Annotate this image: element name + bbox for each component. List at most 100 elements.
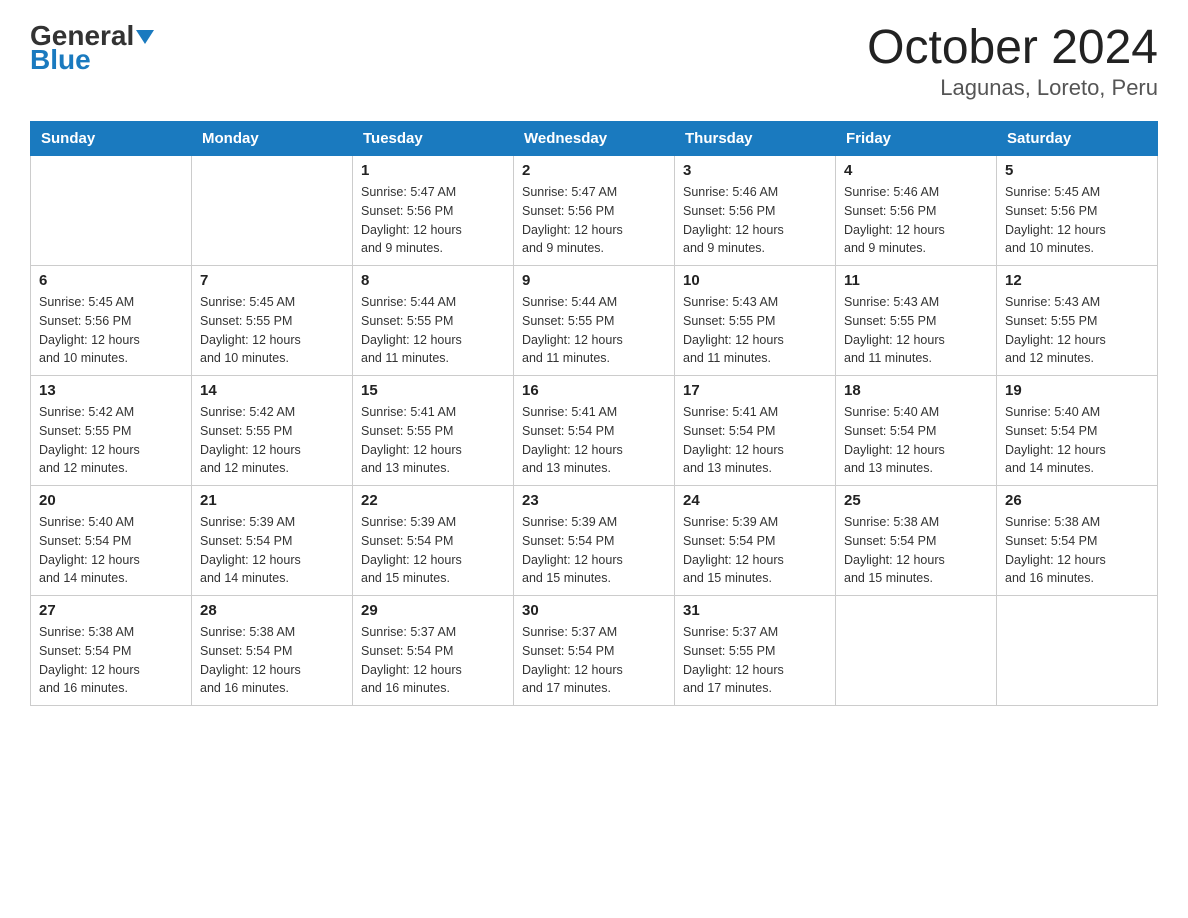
calendar-cell: 12 Sunrise: 5:43 AMSunset: 5:55 PMDayligh… <box>997 266 1158 376</box>
calendar-cell <box>836 596 997 706</box>
calendar-cell: 29 Sunrise: 5:37 AMSunset: 5:54 PMDayligh… <box>353 596 514 706</box>
week-row-1: 1 Sunrise: 5:47 AMSunset: 5:56 PMDaylight… <box>31 156 1158 266</box>
calendar-cell: 18 Sunrise: 5:40 AMSunset: 5:54 PMDayligh… <box>836 376 997 486</box>
day-info: Sunrise: 5:38 AMSunset: 5:54 PMDaylight:… <box>200 623 344 698</box>
day-number: 23 <box>522 492 666 509</box>
calendar-cell: 3 Sunrise: 5:46 AMSunset: 5:56 PMDaylight… <box>675 156 836 266</box>
header-friday: Friday <box>836 122 997 156</box>
day-number: 8 <box>361 272 505 289</box>
day-info: Sunrise: 5:43 AMSunset: 5:55 PMDaylight:… <box>683 293 827 368</box>
day-number: 9 <box>522 272 666 289</box>
day-info: Sunrise: 5:40 AMSunset: 5:54 PMDaylight:… <box>1005 403 1149 478</box>
day-number: 5 <box>1005 162 1149 179</box>
week-row-3: 13Sunrise: 5:42 AMSunset: 5:55 PMDayligh… <box>31 376 1158 486</box>
day-number: 22 <box>361 492 505 509</box>
calendar-cell: 11 Sunrise: 5:43 AMSunset: 5:55 PMDayligh… <box>836 266 997 376</box>
week-row-4: 20 Sunrise: 5:40 AMSunset: 5:54 PMDayligh… <box>31 486 1158 596</box>
calendar-cell: 1 Sunrise: 5:47 AMSunset: 5:56 PMDaylight… <box>353 156 514 266</box>
day-number: 31 <box>683 602 827 619</box>
calendar-cell <box>997 596 1158 706</box>
day-number: 21 <box>200 492 344 509</box>
calendar-cell: 10 Sunrise: 5:43 AMSunset: 5:55 PMDayligh… <box>675 266 836 376</box>
calendar-cell: 20 Sunrise: 5:40 AMSunset: 5:54 PMDayligh… <box>31 486 192 596</box>
day-info: Sunrise: 5:37 AMSunset: 5:54 PMDaylight:… <box>361 623 505 698</box>
day-number: 27 <box>39 602 183 619</box>
calendar-cell: 15 Sunrise: 5:41 AMSunset: 5:55 PMDayligh… <box>353 376 514 486</box>
day-number: 3 <box>683 162 827 179</box>
header-sunday: Sunday <box>31 122 192 156</box>
day-number: 17 <box>683 382 827 399</box>
header-thursday: Thursday <box>675 122 836 156</box>
calendar-cell: 9 Sunrise: 5:44 AMSunset: 5:55 PMDaylight… <box>514 266 675 376</box>
calendar-cell: 24 Sunrise: 5:39 AMSunset: 5:54 PMDayligh… <box>675 486 836 596</box>
day-info: Sunrise: 5:44 AMSunset: 5:55 PMDaylight:… <box>361 293 505 368</box>
day-info: Sunrise: 5:46 AMSunset: 5:56 PMDaylight:… <box>683 183 827 258</box>
day-number: 2 <box>522 162 666 179</box>
calendar-cell: 14 Sunrise: 5:42 AMSunset: 5:55 PMDayligh… <box>192 376 353 486</box>
calendar-cell: 27 Sunrise: 5:38 AMSunset: 5:54 PMDayligh… <box>31 596 192 706</box>
day-number: 24 <box>683 492 827 509</box>
day-number: 14 <box>200 382 344 399</box>
day-info: Sunrise: 5:43 AMSunset: 5:55 PMDaylight:… <box>1005 293 1149 368</box>
day-number: 15 <box>361 382 505 399</box>
calendar-cell: 30 Sunrise: 5:37 AMSunset: 5:54 PMDayligh… <box>514 596 675 706</box>
calendar-header-row: SundayMondayTuesdayWednesdayThursdayFrid… <box>31 122 1158 156</box>
day-info: Sunrise: 5:47 AMSunset: 5:56 PMDaylight:… <box>522 183 666 258</box>
day-info: Sunrise: 5:40 AMSunset: 5:54 PMDaylight:… <box>844 403 988 478</box>
header-wednesday: Wednesday <box>514 122 675 156</box>
day-number: 30 <box>522 602 666 619</box>
day-info: Sunrise: 5:41 AMSunset: 5:54 PMDaylight:… <box>683 403 827 478</box>
calendar-cell <box>192 156 353 266</box>
calendar-cell: 17 Sunrise: 5:41 AMSunset: 5:54 PMDayligh… <box>675 376 836 486</box>
day-number: 11 <box>844 272 988 289</box>
week-row-5: 27 Sunrise: 5:38 AMSunset: 5:54 PMDayligh… <box>31 596 1158 706</box>
day-number: 20 <box>39 492 183 509</box>
day-number: 12 <box>1005 272 1149 289</box>
header-monday: Monday <box>192 122 353 156</box>
logo-blue-text: Blue <box>30 44 154 76</box>
day-info: Sunrise: 5:43 AMSunset: 5:55 PMDaylight:… <box>844 293 988 368</box>
day-info: Sunrise: 5:41 AMSunset: 5:54 PMDaylight:… <box>522 403 666 478</box>
page-header: General Blue October 2024 Lagunas, Loret… <box>30 20 1158 101</box>
day-info: Sunrise: 5:39 AMSunset: 5:54 PMDaylight:… <box>361 513 505 588</box>
calendar-cell <box>31 156 192 266</box>
day-number: 4 <box>844 162 988 179</box>
calendar-cell: 6Sunrise: 5:45 AMSunset: 5:56 PMDaylight… <box>31 266 192 376</box>
calendar-cell: 25Sunrise: 5:38 AMSunset: 5:54 PMDayligh… <box>836 486 997 596</box>
day-info: Sunrise: 5:45 AMSunset: 5:56 PMDaylight:… <box>39 293 183 368</box>
week-row-2: 6Sunrise: 5:45 AMSunset: 5:56 PMDaylight… <box>31 266 1158 376</box>
day-info: Sunrise: 5:38 AMSunset: 5:54 PMDaylight:… <box>844 513 988 588</box>
calendar-cell: 26Sunrise: 5:38 AMSunset: 5:54 PMDayligh… <box>997 486 1158 596</box>
day-info: Sunrise: 5:41 AMSunset: 5:55 PMDaylight:… <box>361 403 505 478</box>
title-block: October 2024 Lagunas, Loreto, Peru <box>867 20 1158 101</box>
day-number: 29 <box>361 602 505 619</box>
calendar-cell: 28Sunrise: 5:38 AMSunset: 5:54 PMDayligh… <box>192 596 353 706</box>
calendar-cell: 22 Sunrise: 5:39 AMSunset: 5:54 PMDayligh… <box>353 486 514 596</box>
day-number: 1 <box>361 162 505 179</box>
day-info: Sunrise: 5:45 AMSunset: 5:56 PMDaylight:… <box>1005 183 1149 258</box>
day-info: Sunrise: 5:38 AMSunset: 5:54 PMDaylight:… <box>1005 513 1149 588</box>
day-number: 19 <box>1005 382 1149 399</box>
day-info: Sunrise: 5:47 AMSunset: 5:56 PMDaylight:… <box>361 183 505 258</box>
day-number: 10 <box>683 272 827 289</box>
calendar-table: SundayMondayTuesdayWednesdayThursdayFrid… <box>30 121 1158 706</box>
calendar-cell: 31Sunrise: 5:37 AMSunset: 5:55 PMDayligh… <box>675 596 836 706</box>
day-info: Sunrise: 5:40 AMSunset: 5:54 PMDaylight:… <box>39 513 183 588</box>
day-info: Sunrise: 5:39 AMSunset: 5:54 PMDaylight:… <box>683 513 827 588</box>
day-info: Sunrise: 5:39 AMSunset: 5:54 PMDaylight:… <box>522 513 666 588</box>
calendar-subtitle: Lagunas, Loreto, Peru <box>867 75 1158 101</box>
day-number: 18 <box>844 382 988 399</box>
calendar-cell: 4Sunrise: 5:46 AMSunset: 5:56 PMDaylight… <box>836 156 997 266</box>
logo: General Blue <box>30 20 154 76</box>
day-info: Sunrise: 5:45 AMSunset: 5:55 PMDaylight:… <box>200 293 344 368</box>
day-info: Sunrise: 5:37 AMSunset: 5:54 PMDaylight:… <box>522 623 666 698</box>
day-number: 7 <box>200 272 344 289</box>
day-info: Sunrise: 5:42 AMSunset: 5:55 PMDaylight:… <box>39 403 183 478</box>
header-saturday: Saturday <box>997 122 1158 156</box>
day-info: Sunrise: 5:42 AMSunset: 5:55 PMDaylight:… <box>200 403 344 478</box>
header-tuesday: Tuesday <box>353 122 514 156</box>
day-info: Sunrise: 5:38 AMSunset: 5:54 PMDaylight:… <box>39 623 183 698</box>
day-info: Sunrise: 5:44 AMSunset: 5:55 PMDaylight:… <box>522 293 666 368</box>
calendar-cell: 7 Sunrise: 5:45 AMSunset: 5:55 PMDaylight… <box>192 266 353 376</box>
calendar-title: October 2024 <box>867 20 1158 75</box>
